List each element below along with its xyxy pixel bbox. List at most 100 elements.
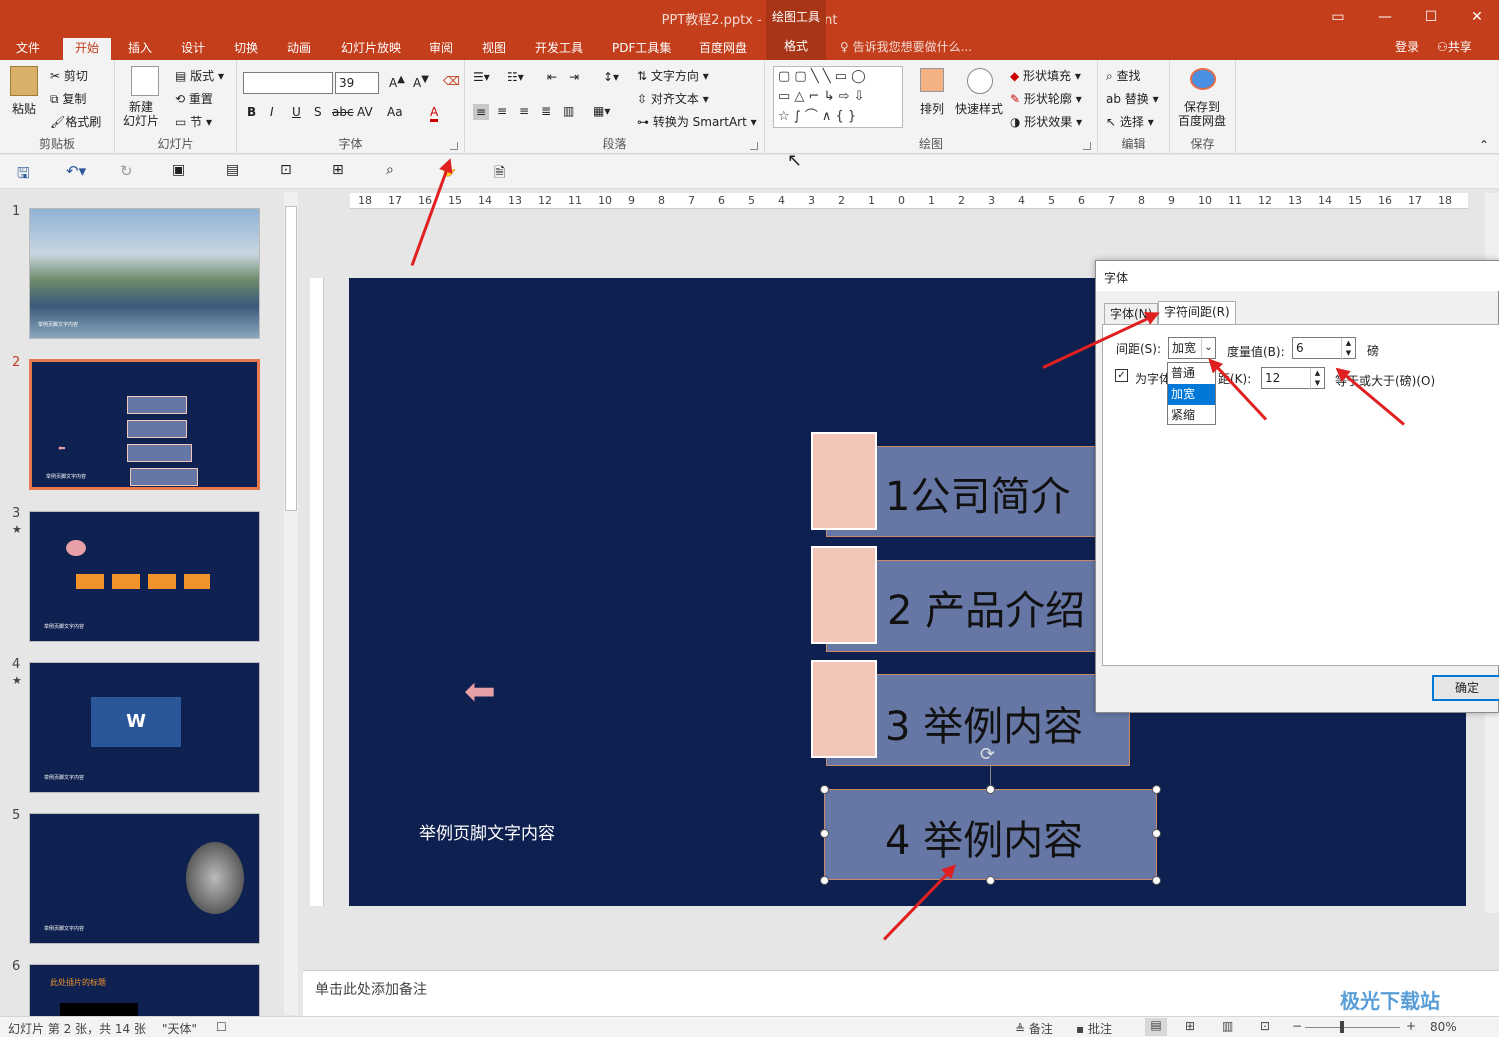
tab-file[interactable]: 文件 <box>8 38 48 60</box>
zoom-slider-thumb[interactable] <box>1340 1021 1344 1033</box>
justify-icon[interactable]: ≣ <box>541 104 551 118</box>
item-square-1[interactable] <box>811 432 877 530</box>
slideshow-view-icon[interactable]: ⊡ <box>1260 1019 1270 1033</box>
resize-handle[interactable] <box>986 876 995 885</box>
restore-ribbon-icon[interactable]: ▭ <box>1323 6 1353 28</box>
shape-effects-button[interactable]: ◑ 形状效果 ▾ <box>1010 113 1082 130</box>
find-button[interactable]: ⌕ 查找 <box>1106 67 1141 84</box>
slide-thumbnail-6[interactable]: 此处插片的标题 <box>29 964 260 1017</box>
shapes-gallery[interactable]: ▢ ▢ ╲ ╲ ▭ ◯ ▭ △ ⌐ ↳ ⇨ ⇩ ☆ ∫ ⌒ ∧ { } <box>773 66 903 128</box>
font-dialog-launcher-icon[interactable] <box>450 142 458 150</box>
shrink-font-button[interactable]: A▼ <box>413 74 429 90</box>
resize-handle[interactable] <box>1152 785 1161 794</box>
tab-animations[interactable]: 动画 <box>279 38 319 60</box>
spacing-select[interactable]: 加宽 ⌄ <box>1168 337 1216 359</box>
minimize-button[interactable]: — <box>1370 6 1400 28</box>
reading-view-icon[interactable]: ▥ <box>1222 1019 1233 1033</box>
share-button[interactable]: ⚇共享 <box>1437 38 1472 55</box>
slide-thumbnail-1[interactable]: 举例页脚文字内容 <box>29 208 260 339</box>
tell-me-search[interactable]: ♀ 告诉我您想要做什么... <box>840 38 972 55</box>
clear-format-icon[interactable]: ⌫ <box>443 74 460 88</box>
slide-thumbnail-2[interactable]: ⬅ 举例页脚文字内容 <box>29 359 260 490</box>
align-center-icon[interactable]: ≡ <box>497 104 507 118</box>
italic-button[interactable]: I <box>270 105 274 119</box>
notes-toggle[interactable]: ≜ 备注 <box>1015 1020 1053 1037</box>
align-left-icon[interactable]: ≡ <box>473 104 490 120</box>
by-value-input[interactable]: 6 ▲ ▼ <box>1292 337 1356 360</box>
shape-outline-button[interactable]: ✎ 形状轮廓 ▾ <box>1010 90 1082 107</box>
redo-icon[interactable]: ↻ <box>120 162 133 180</box>
item-text-4[interactable]: 4 举例内容 <box>885 808 1083 866</box>
zoom-in-icon[interactable]: + <box>1406 1019 1416 1033</box>
save-icon[interactable]: 🖫 <box>17 163 30 188</box>
left-arrow-shape[interactable]: ⬅ <box>464 672 496 710</box>
item-square-2[interactable] <box>811 546 877 644</box>
strikethrough-button[interactable]: abc <box>332 105 354 119</box>
thumbnail-scrollbar[interactable] <box>284 192 298 1015</box>
resize-handle[interactable] <box>1152 829 1161 838</box>
font-color-button[interactable]: A <box>430 105 439 122</box>
font-size-select[interactable]: 39 <box>335 72 379 94</box>
shadow-button[interactable]: S <box>314 105 322 119</box>
distributed-icon[interactable]: ▥ <box>563 104 574 118</box>
screen-icon[interactable]: ⊞ <box>332 162 344 178</box>
columns-icon[interactable]: ▦▾ <box>593 104 610 118</box>
option-expanded[interactable]: 加宽 <box>1168 384 1215 405</box>
new-slide-button[interactable]: 新建 幻灯片 <box>123 100 159 128</box>
item-text-1[interactable]: 1公司简介 <box>885 464 1070 522</box>
paste-button[interactable]: 粘贴 <box>12 100 36 117</box>
zoom-slider[interactable] <box>1305 1027 1400 1028</box>
zoom-out-icon[interactable]: − <box>1292 1019 1302 1033</box>
tab-format[interactable]: 格式 <box>766 34 826 60</box>
select-button[interactable]: ↖ 选择 ▾ <box>1106 113 1154 130</box>
accessibility-icon[interactable]: ☐ <box>216 1020 227 1034</box>
line-spacing-icon[interactable]: ↕▾ <box>603 70 619 84</box>
tab-baidu-netdisk[interactable]: 百度网盘 <box>691 38 755 60</box>
thumbnail-scroll-thumb[interactable] <box>285 206 297 511</box>
increase-indent-icon[interactable]: ⇥ <box>569 70 579 84</box>
tab-design[interactable]: 设计 <box>173 38 213 60</box>
resize-handle[interactable] <box>986 785 995 794</box>
section-button[interactable]: ▭ 节 ▾ <box>175 113 212 130</box>
copy-button[interactable]: ⧉ 复制 <box>50 90 86 107</box>
collapse-ribbon-icon[interactable]: ⌃ <box>1479 138 1489 152</box>
decrease-indent-icon[interactable]: ⇤ <box>547 70 557 84</box>
comments-toggle[interactable]: ▪ 批注 <box>1076 1020 1112 1037</box>
drawing-dialog-launcher-icon[interactable] <box>1083 142 1091 150</box>
tab-review[interactable]: 审阅 <box>421 38 461 60</box>
change-case-button[interactable]: Aa <box>387 105 403 119</box>
tab-home[interactable]: 开始 <box>63 38 112 60</box>
slide-thumbnail-5[interactable]: 举例页脚文字内容 <box>29 813 260 944</box>
kerning-size-input[interactable]: 12 ▲ ▼ <box>1261 367 1325 390</box>
text-direction-button[interactable]: ⇅ 文字方向 ▾ <box>637 67 709 84</box>
quick-styles-button[interactable]: 快速样式 <box>955 100 1003 117</box>
slide-thumbnail-3[interactable]: 举例页脚文字内容 <box>29 511 260 642</box>
preview-icon[interactable]: ⌕ <box>386 162 394 178</box>
resize-handle[interactable] <box>820 829 829 838</box>
login-link[interactable]: 登录 <box>1395 38 1419 55</box>
normal-view-icon[interactable]: ▤ <box>1145 1018 1167 1036</box>
resize-handle[interactable] <box>820 785 829 794</box>
tab-pdf-tools[interactable]: PDF工具集 <box>604 38 679 60</box>
tab-transitions[interactable]: 切换 <box>226 38 266 60</box>
convert-smartart-button[interactable]: ⊶ 转换为 SmartArt ▾ <box>637 113 757 130</box>
cut-button[interactable]: ✂ 剪切 <box>50 67 88 84</box>
notes-pane[interactable]: 单击此处添加备注 <box>303 970 1499 1016</box>
replace-button[interactable]: ab 替换 ▾ <box>1106 90 1159 107</box>
kerning-checkbox[interactable]: ✓ <box>1115 369 1128 382</box>
notes-placeholder[interactable]: 单击此处添加备注 <box>315 979 427 999</box>
char-spacing-button[interactable]: AV <box>357 105 373 119</box>
font-name-select[interactable] <box>243 72 333 94</box>
rotate-handle-icon[interactable]: ⟳ <box>980 744 995 765</box>
slide-sorter-icon[interactable]: ⊞ <box>1185 1019 1195 1033</box>
layout-button[interactable]: ▤ 版式 ▾ <box>175 67 224 84</box>
spin-updown-icon[interactable]: ▲ ▼ <box>1341 338 1355 360</box>
tab-insert[interactable]: 插入 <box>120 38 160 60</box>
bold-button[interactable]: B <box>247 105 256 119</box>
option-condensed[interactable]: 紧缩 <box>1168 405 1215 426</box>
undo-icon[interactable]: ↶▾ <box>66 162 86 180</box>
align-text-button[interactable]: ⇳ 对齐文本 ▾ <box>637 90 709 107</box>
tab-slideshow[interactable]: 幻灯片放映 <box>333 38 409 60</box>
reset-button[interactable]: ⟲ 重置 <box>175 90 213 107</box>
resize-handle[interactable] <box>1152 876 1161 885</box>
